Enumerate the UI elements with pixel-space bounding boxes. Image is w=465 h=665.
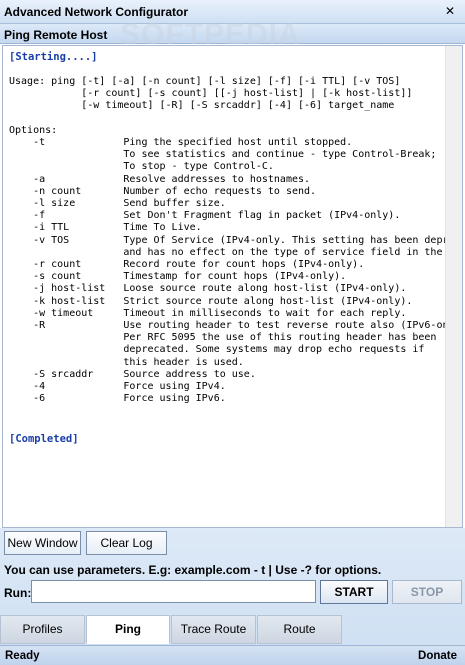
tab-route[interactable]: Route [257,615,342,644]
output-log[interactable]: [Starting....] Usage: ping [-t] [-a] [-n… [2,45,463,528]
completed-status: [Completed] [9,433,79,446]
parameter-hint: You can use parameters. E.g: example.com… [4,563,382,577]
run-input[interactable] [31,580,316,603]
tab-ping[interactable]: Ping [86,615,170,644]
clear-log-button[interactable]: Clear Log [86,531,167,555]
vertical-scrollbar[interactable] [445,46,462,527]
tab-profiles[interactable]: Profiles [0,615,85,644]
window-title: Advanced Network Configurator [4,5,189,19]
panel-header: Ping Remote Host [0,24,465,44]
output-text-area[interactable]: [Starting....] Usage: ping [-t] [-a] [-n… [3,46,445,527]
status-text: Ready [5,650,40,662]
stop-button[interactable]: STOP [392,580,462,604]
starting-status: [Starting....] [9,51,98,63]
status-bar: Ready Donate [0,645,465,665]
donate-link[interactable]: Donate [418,650,457,662]
new-window-button[interactable]: New Window [4,531,81,555]
title-bar: Advanced Network Configurator ✕ [0,0,465,24]
run-label: Run: [4,586,32,600]
ping-usage-text: Usage: ping [-t] [-a] [-n count] [-l siz… [9,76,445,405]
tab-bar: Profiles Ping Trace Route Route [0,615,465,644]
close-icon[interactable]: ✕ [442,3,458,19]
panel-title: Ping Remote Host [4,28,108,42]
tab-trace-route[interactable]: Trace Route [171,615,256,644]
start-button[interactable]: START [320,580,388,604]
